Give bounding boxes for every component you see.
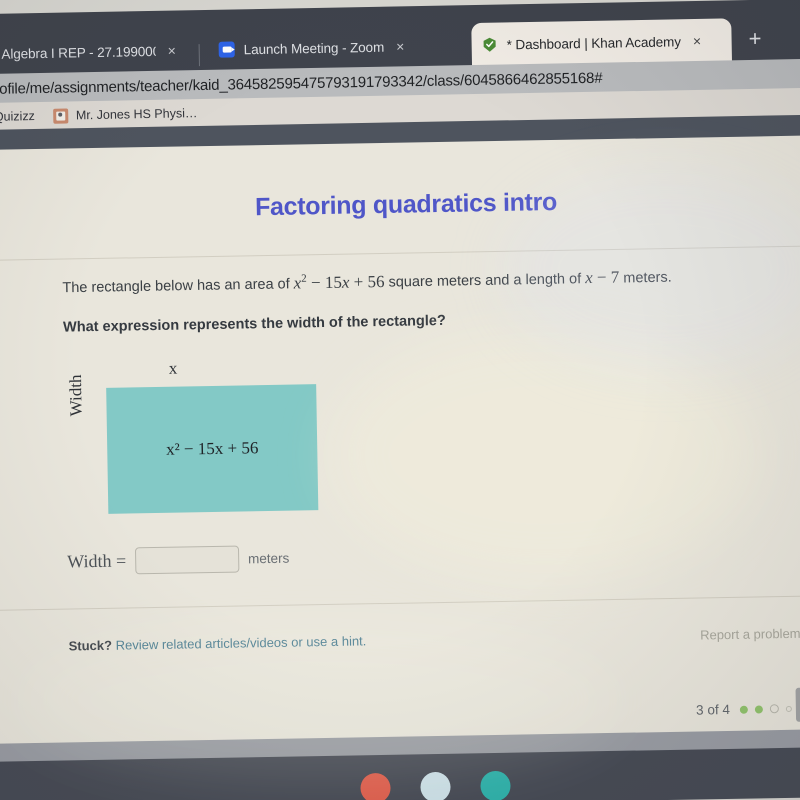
- progress-footer: 3 of 4: [696, 701, 792, 718]
- problem-length-expression: x − 7: [584, 267, 620, 288]
- answer-row: Width = meters: [67, 545, 290, 576]
- hint-link[interactable]: Review related articles/videos or use a …: [116, 633, 367, 652]
- browser-tab-2-close-icon[interactable]: ×: [693, 33, 701, 49]
- bookmark-quizizz-label: - Quizizz: [0, 109, 36, 124]
- answer-label: Width =: [67, 550, 127, 572]
- question-text: What expression represents the width of …: [62, 312, 446, 336]
- new-tab-button[interactable]: +: [748, 26, 761, 51]
- hint-lead: Stuck?: [68, 637, 113, 654]
- report-problem-link[interactable]: Report a problem: [700, 626, 800, 643]
- progress-text: 3 of 4: [695, 701, 731, 718]
- browser-tab-2[interactable]: * Dashboard | Khan Academy ×: [471, 18, 733, 68]
- bookmark-quizizz[interactable]: - Quizizz: [0, 109, 35, 124]
- bookmark-mr-jones-label: Mr. Jones HS Physi…: [75, 106, 198, 123]
- tab-separator-0: [198, 44, 200, 67]
- zoom-icon: [218, 41, 235, 58]
- answer-input[interactable]: [134, 545, 240, 575]
- next-button[interactable]: [795, 686, 800, 722]
- problem-area-expression: x2 − 15x + 56: [293, 271, 385, 293]
- khan-academy-icon: [482, 37, 498, 53]
- progress-dot-1: [739, 705, 748, 714]
- divider-top: [0, 245, 800, 261]
- screenshot-root: SE Algebra I REP - 27.1990001 × Launch M…: [0, 0, 800, 800]
- app-orange-icon[interactable]: [360, 772, 391, 800]
- browser-tab-1-close-icon[interactable]: ×: [396, 38, 404, 54]
- app-lightblue-icon[interactable]: [420, 771, 451, 800]
- progress-dot-4: [785, 705, 792, 712]
- problem-statement-post: meters.: [619, 269, 672, 287]
- browser-tab-0-title: SE Algebra I REP - 27.1990001: [0, 43, 156, 62]
- exercise-page: Factoring quadratics intro The rectangle…: [0, 135, 800, 750]
- bookmark-person-icon: [52, 107, 69, 124]
- problem-statement-pre: The rectangle below has an area of: [62, 276, 294, 297]
- problem-statement-mid: square meters and a length of: [384, 271, 586, 291]
- app-teal-icon[interactable]: [480, 770, 511, 800]
- bookmark-mr-jones[interactable]: Mr. Jones HS Physi…: [52, 106, 198, 124]
- progress-dot-3: [769, 704, 779, 714]
- hint-row: Stuck? Review related articles/videos or…: [69, 633, 367, 653]
- browser-tab-0[interactable]: SE Algebra I REP - 27.1990001 ×: [0, 28, 186, 76]
- progress-dots: [739, 704, 792, 714]
- answer-unit-label: meters: [247, 550, 290, 567]
- figure-area-label: x² − 15x + 56: [165, 438, 259, 459]
- browser-tab-1[interactable]: Launch Meeting - Zoom ×: [208, 23, 464, 72]
- browser-tab-1-title: Launch Meeting - Zoom: [243, 39, 385, 57]
- divider-bottom: [0, 595, 800, 611]
- page-title: Factoring quadratics intro: [254, 187, 558, 222]
- figure-width-label: Width: [65, 374, 86, 417]
- progress-dot-2: [754, 704, 763, 714]
- figure-rectangle: x² − 15x + 56: [106, 384, 319, 514]
- browser-tab-2-title: * Dashboard | Khan Academy: [506, 33, 682, 52]
- browser-tab-0-close-icon[interactable]: ×: [167, 43, 175, 59]
- problem-statement: The rectangle below has an area of x2 − …: [62, 266, 672, 297]
